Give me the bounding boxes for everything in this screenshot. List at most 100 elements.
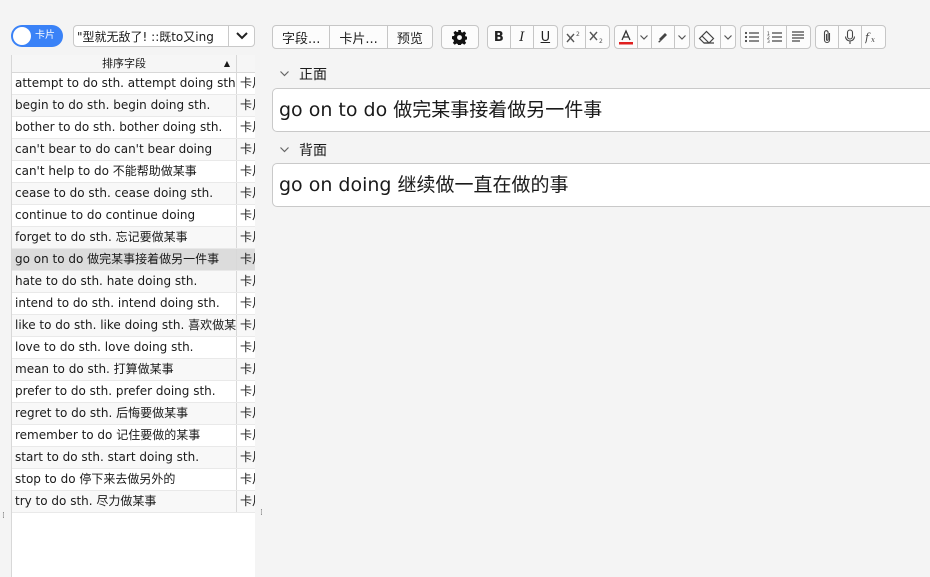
- chevron-down-icon: [640, 34, 649, 40]
- cell-card: 卡片1: [240, 120, 255, 134]
- table-row[interactable]: stop to do 停下来去做另外的卡片1: [12, 469, 255, 491]
- svg-text:x: x: [871, 36, 875, 44]
- column-header-label: 排序字段: [102, 57, 146, 70]
- table-row[interactable]: mean to do sth. 打算做某事卡片1: [12, 359, 255, 381]
- table-row[interactable]: begin to do sth. begin doing sth.卡片1: [12, 95, 255, 117]
- cell-card: 卡片1: [240, 384, 255, 398]
- script-group: 2 2: [561, 25, 610, 49]
- cell-sort-field: bother to do sth. bother doing sth.: [12, 117, 237, 138]
- cards-button[interactable]: 卡片...: [330, 26, 388, 48]
- options-button[interactable]: [442, 26, 478, 48]
- field-editor-back[interactable]: go on doing 继续做一直在做的事: [272, 163, 930, 207]
- fields-button[interactable]: 字段...: [273, 26, 331, 48]
- cell-card: 卡片1: [240, 296, 255, 310]
- italic-button[interactable]: I: [511, 26, 534, 48]
- svg-text:2: 2: [576, 31, 580, 38]
- cell-sort-field: stop to do 停下来去做另外的: [12, 469, 237, 490]
- list-group: 123: [739, 25, 811, 49]
- cards-notes-toggle[interactable]: 卡片: [11, 25, 63, 47]
- toggle-knob: [13, 27, 31, 45]
- table-row[interactable]: like to do sth. like doing sth. 喜欢做某事卡片1: [12, 315, 255, 337]
- cell-card: 卡片1: [240, 186, 255, 200]
- cell-sort-field: cease to do sth. cease doing sth.: [12, 183, 237, 204]
- table-row[interactable]: prefer to do sth. prefer doing sth.卡片1: [12, 381, 255, 403]
- field-label-text: 正面: [299, 67, 327, 83]
- bold-button[interactable]: B: [488, 26, 511, 48]
- browser-pane: 卡片 排序字段 ▲ attempt to do sth. attempt doi…: [0, 0, 255, 577]
- highlight-dropdown[interactable]: [675, 26, 689, 48]
- table-row[interactable]: attempt to do sth. attempt doing sth.卡片1: [12, 73, 255, 95]
- record-audio-button[interactable]: [839, 26, 862, 48]
- cell-card: 卡片1: [240, 230, 255, 244]
- formula-icon: fx: [865, 31, 875, 44]
- attach-button[interactable]: [816, 26, 839, 48]
- superscript-button[interactable]: 2: [563, 26, 586, 48]
- clear-format-button[interactable]: [695, 26, 721, 48]
- cell-sort-field: can't help to do 不能帮助做某事: [12, 161, 237, 182]
- cell-sort-field: can't bear to do can't bear doing: [12, 139, 237, 160]
- cell-sort-field: prefer to do sth. prefer doing sth.: [12, 381, 237, 402]
- table-row[interactable]: regret to do sth. 后悔要做某事卡片1: [12, 403, 255, 425]
- cell-card: 卡片1: [240, 362, 255, 376]
- splitter-grip-icon[interactable]: ⁞: [2, 511, 6, 521]
- subscript-button[interactable]: 2: [586, 26, 609, 48]
- table-row[interactable]: can't help to do 不能帮助做某事卡片1: [12, 161, 255, 183]
- cell-sort-field: forget to do sth. 忘记要做某事: [12, 227, 237, 248]
- unordered-list-icon: [744, 31, 759, 43]
- cell-sort-field: like to do sth. like doing sth. 喜欢做某事: [12, 315, 237, 336]
- text-color-dropdown[interactable]: [638, 26, 652, 48]
- table-row[interactable]: bother to do sth. bother doing sth.卡片1: [12, 117, 255, 139]
- table-row[interactable]: forget to do sth. 忘记要做某事卡片1: [12, 227, 255, 249]
- field-label-front[interactable]: 正面: [280, 64, 327, 84]
- clear-format-dropdown[interactable]: [721, 26, 735, 48]
- cell-sort-field: try to do sth. 尽力做某事: [12, 491, 237, 512]
- table-row[interactable]: start to do sth. start doing sth.卡片1: [12, 447, 255, 469]
- table-row[interactable]: love to do sth. love doing sth.卡片1: [12, 337, 255, 359]
- cell-card: 卡片1: [240, 494, 255, 508]
- table-row[interactable]: remember to do 记住要做的某事卡片1: [12, 425, 255, 447]
- table-row[interactable]: can't bear to do can't bear doing卡片1: [12, 139, 255, 161]
- highlight-button[interactable]: [652, 26, 675, 48]
- preview-button[interactable]: 预览: [388, 26, 432, 48]
- svg-text:3: 3: [767, 39, 770, 44]
- table-row[interactable]: try to do sth. 尽力做某事卡片1: [12, 491, 255, 513]
- search-history-dropdown[interactable]: [228, 26, 254, 46]
- cell-card: 卡片1: [240, 406, 255, 420]
- cell-card: 卡片1: [240, 340, 255, 354]
- collapse-chevron-icon: [280, 71, 290, 77]
- cell-card: 卡片1: [240, 274, 255, 288]
- eraser-group: [693, 25, 736, 49]
- cell-sort-field: start to do sth. start doing sth.: [12, 447, 237, 468]
- cell-card: 卡片1: [240, 252, 255, 266]
- chevron-down-icon: [677, 34, 686, 40]
- table-row[interactable]: go on to do 做完某事接着做另一件事卡片1: [12, 249, 255, 271]
- table-row[interactable]: hate to do sth. hate doing sth.卡片1: [12, 271, 255, 293]
- sort-ascending-icon: ▲: [223, 59, 230, 68]
- table-row[interactable]: cease to do sth. cease doing sth.卡片1: [12, 183, 255, 205]
- cell-card: 卡片1: [240, 428, 255, 442]
- field-label-back[interactable]: 背面: [280, 140, 327, 160]
- collapse-chevron-icon: [280, 147, 290, 153]
- column-header-card[interactable]: [237, 55, 255, 72]
- column-header-sort-field[interactable]: 排序字段 ▲: [12, 55, 237, 72]
- options-group: [440, 25, 479, 49]
- text-color-icon: [618, 29, 633, 45]
- cell-card: 卡片1: [240, 318, 255, 332]
- pane-splitter-grip-icon[interactable]: ⁞: [260, 508, 264, 518]
- card-table: 排序字段 ▲ attempt to do sth. attempt doing …: [11, 55, 255, 577]
- ordered-list-button[interactable]: 123: [764, 26, 787, 48]
- text-style-group: B I U: [486, 25, 558, 49]
- table-row[interactable]: intend to do sth. intend doing sth.卡片1: [12, 293, 255, 315]
- field-editor-front[interactable]: go on to do 做完某事接着做另一件事: [272, 88, 930, 132]
- search-input[interactable]: [74, 26, 228, 46]
- superscript-icon: 2: [566, 31, 580, 43]
- cell-sort-field: attempt to do sth. attempt doing sth.: [12, 73, 237, 94]
- attachment-icon: [823, 30, 830, 44]
- unordered-list-button[interactable]: [741, 26, 764, 48]
- underline-button[interactable]: U: [534, 26, 557, 48]
- alignment-button[interactable]: [787, 26, 810, 48]
- formula-button[interactable]: fx: [862, 26, 885, 48]
- text-color-button[interactable]: [615, 26, 638, 48]
- table-row[interactable]: continue to do continue doing卡片1: [12, 205, 255, 227]
- cell-card: 卡片1: [240, 164, 255, 178]
